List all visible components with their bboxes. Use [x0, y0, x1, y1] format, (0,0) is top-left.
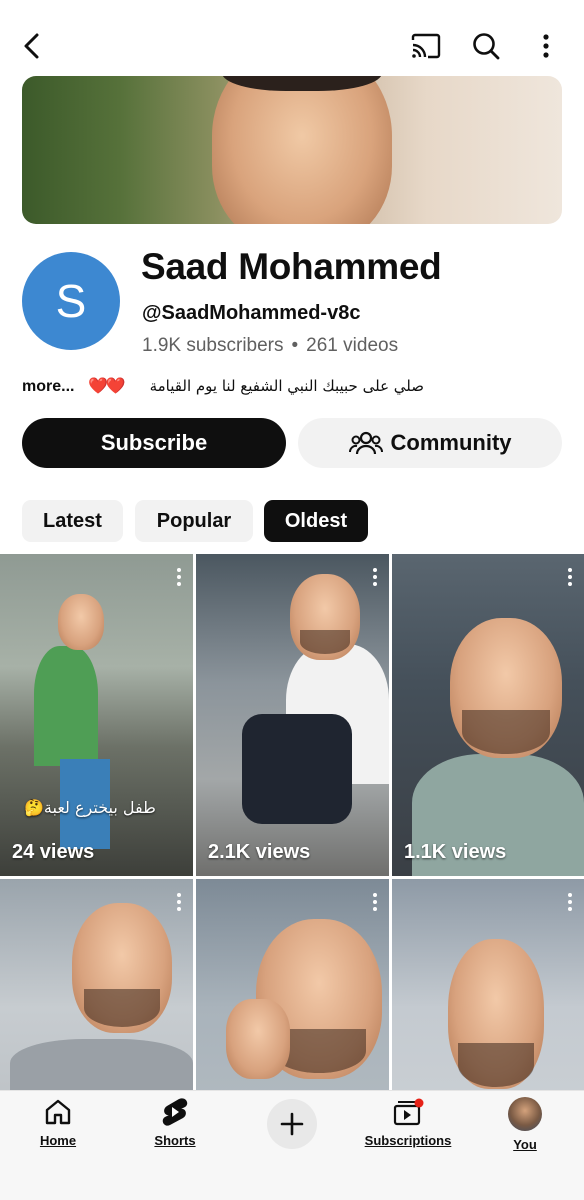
thumbnail-beard [300, 630, 350, 654]
channel-handle[interactable]: @SaadMohammed-v8c [142, 302, 360, 325]
thumbnail-pants [242, 714, 352, 824]
plus-icon [280, 1112, 304, 1136]
more-vertical-icon[interactable] [526, 26, 566, 66]
nav-you[interactable]: You [475, 1097, 575, 1152]
short-views: 2.1K views [208, 841, 311, 863]
heart-icons: ❤️❤️ [88, 378, 126, 395]
banner-face [212, 76, 392, 224]
search-icon[interactable] [466, 26, 506, 66]
thumbnail-beard [458, 1043, 534, 1087]
nav-subscriptions-label: Subscriptions [364, 1133, 452, 1148]
cast-icon[interactable] [406, 26, 446, 66]
bottom-navigation: Home Shorts Subscriptions You [0, 1090, 584, 1200]
back-icon[interactable] [12, 26, 52, 66]
short-caption: طفل بيخترع لعبة🤔 [24, 798, 156, 817]
chip-popular[interactable]: Popular [135, 500, 253, 542]
nav-you-label: You [513, 1137, 537, 1152]
channel-name: Saad Mohammed [141, 246, 442, 287]
top-bar [0, 0, 584, 76]
shorts-icon [162, 1098, 188, 1126]
channel-avatar[interactable]: S [22, 252, 120, 350]
channel-description[interactable]: more... ❤️❤️ صلي على حبيبك النبي الشفيع … [22, 376, 442, 400]
channel-banner [22, 76, 562, 224]
thumbnail-figure [34, 646, 98, 766]
subscriptions-icon [393, 1098, 424, 1126]
more-link[interactable]: more... [22, 378, 74, 396]
short-thumbnail[interactable]: 2.1K views [196, 554, 389, 876]
description-text: صلي على حبيبك النبي الشفيع لنا يوم القيا… [149, 377, 424, 395]
short-menu-icon[interactable] [373, 568, 377, 589]
nav-shorts-label: Shorts [154, 1133, 196, 1148]
subscribe-button[interactable]: Subscribe [22, 418, 286, 468]
community-button[interactable]: Community [298, 418, 562, 468]
channel-stats: 1.9K subscribers • 261 videos [142, 335, 398, 357]
community-icon [348, 431, 383, 455]
nav-home-label: Home [39, 1133, 77, 1148]
chip-latest[interactable]: Latest [22, 500, 123, 542]
nav-subscriptions[interactable]: Subscriptions [358, 1097, 458, 1148]
chip-oldest[interactable]: Oldest [264, 500, 368, 542]
thumbnail-hand [226, 999, 290, 1079]
nav-shorts[interactable]: Shorts [125, 1097, 225, 1148]
community-label: Community [390, 430, 512, 455]
short-menu-icon[interactable] [568, 893, 572, 914]
nav-home[interactable]: Home [8, 1097, 108, 1148]
thumbnail-beard [462, 710, 550, 754]
home-icon [45, 1099, 71, 1125]
thumbnail-beard [84, 989, 160, 1027]
subscribe-label: Subscribe [100, 430, 208, 455]
short-menu-icon[interactable] [177, 568, 181, 589]
nav-create[interactable] [242, 1099, 342, 1149]
subscriber-count: 1.9K subscribers [142, 335, 284, 356]
short-thumbnail[interactable]: طفل بيخترع لعبة🤔 24 views [0, 554, 193, 876]
avatar-letter: S [55, 275, 87, 327]
create-button[interactable] [267, 1099, 317, 1149]
video-count: 261 videos [306, 335, 399, 356]
thumbnail-face [58, 594, 104, 650]
short-menu-icon[interactable] [177, 893, 181, 914]
short-menu-icon[interactable] [568, 568, 572, 589]
short-views: 1.1K views [404, 841, 507, 863]
you-avatar [508, 1097, 542, 1131]
stats-separator: • [291, 335, 299, 356]
short-views: 24 views [12, 841, 95, 863]
short-menu-icon[interactable] [373, 893, 377, 914]
short-thumbnail[interactable]: 1.1K views [392, 554, 584, 876]
